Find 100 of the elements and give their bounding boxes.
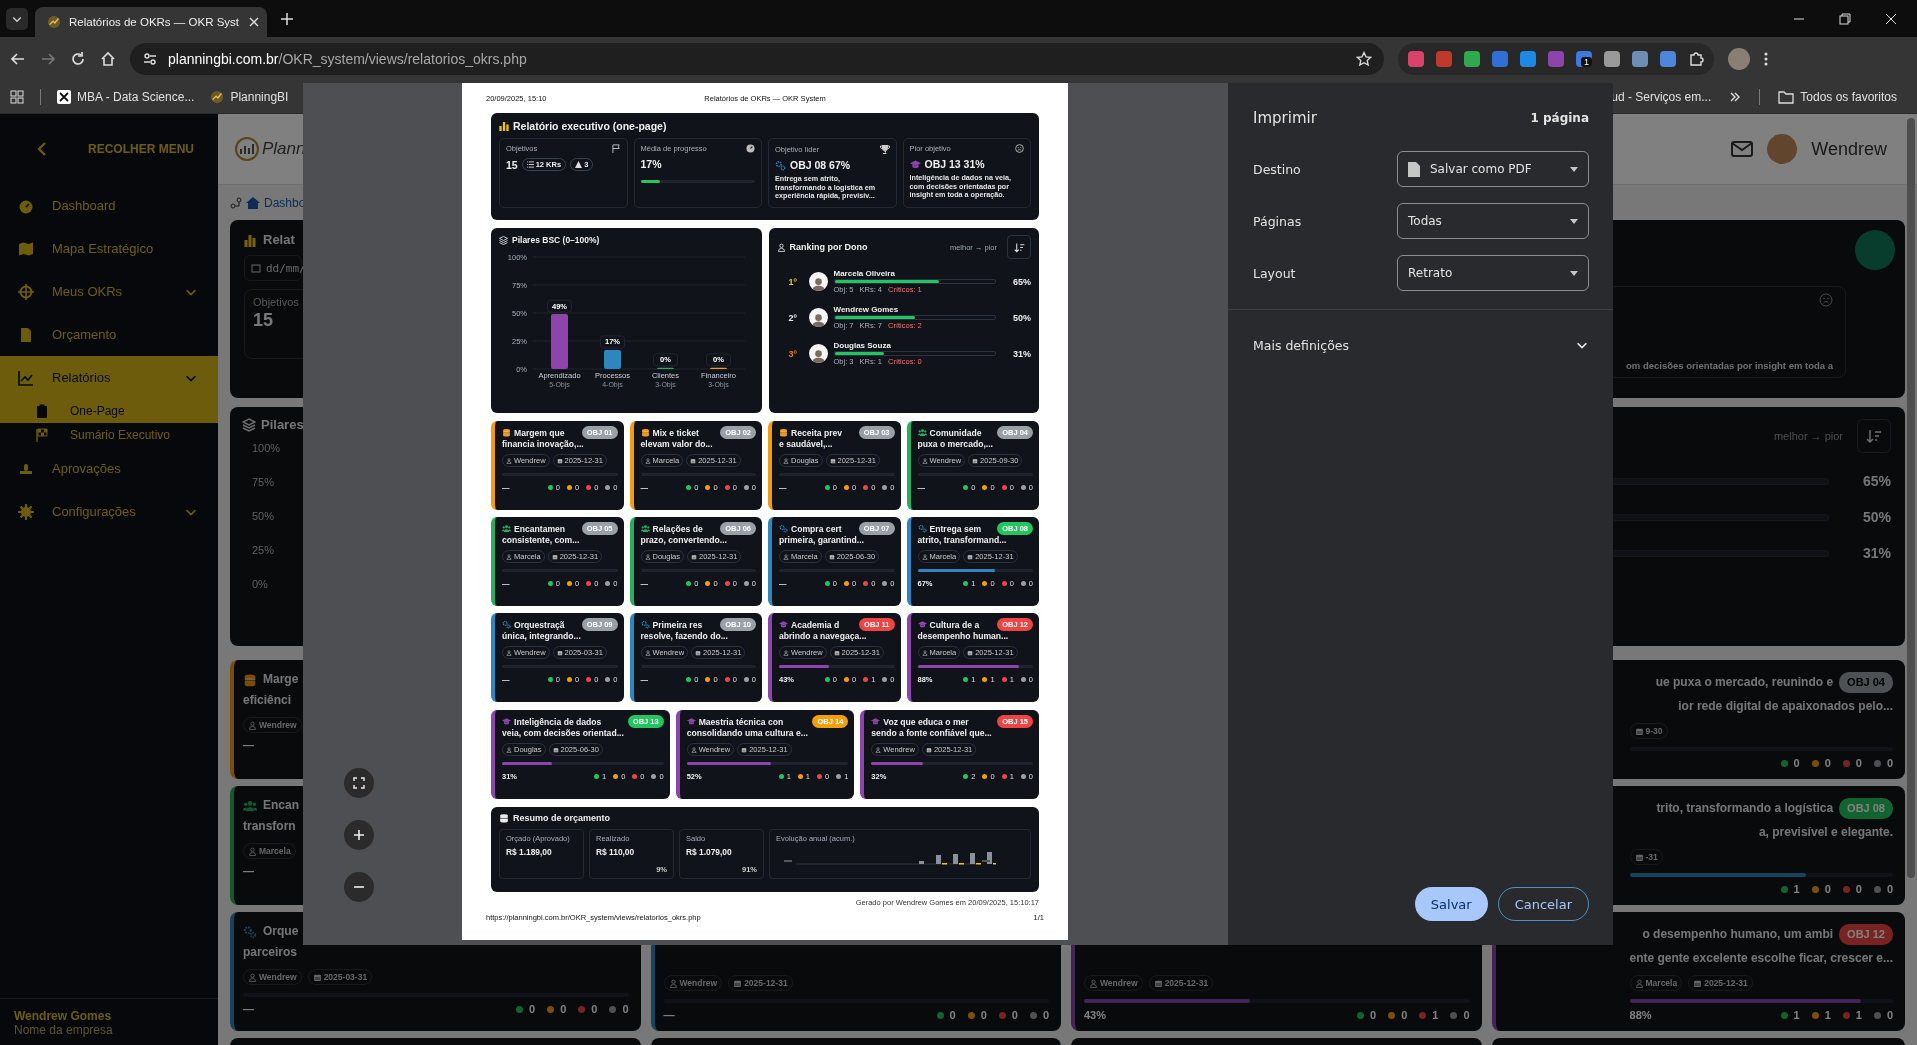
map-icon bbox=[18, 240, 34, 257]
objective-title: trito, transformando a logística bbox=[1656, 801, 1834, 816]
extension-icon[interactable] bbox=[1632, 51, 1648, 67]
mail-icon bbox=[1731, 141, 1754, 157]
status-dot bbox=[982, 581, 988, 586]
count: 0 bbox=[980, 1009, 987, 1021]
objective-title: o desempenho humano, um ambi bbox=[1642, 927, 1834, 942]
layers-icon bbox=[499, 235, 508, 245]
calendar-icon bbox=[691, 553, 698, 560]
objective-title: elevam valor do... bbox=[640, 439, 713, 449]
zoom-out-button[interactable] bbox=[344, 872, 374, 902]
reload-button[interactable] bbox=[70, 51, 86, 67]
status-dot bbox=[1873, 885, 1881, 893]
count: 1 bbox=[1793, 883, 1800, 895]
bookmark-folder[interactable]: Todos os favoritos bbox=[1778, 90, 1897, 104]
kpi-text: om decisões orientadas por insight em toda a bbox=[1626, 360, 1833, 371]
fit-screen-icon bbox=[353, 777, 365, 789]
star-icon bbox=[1356, 51, 1372, 67]
progress-text: — bbox=[663, 1009, 675, 1021]
dropdown[interactable]: Retrato bbox=[1397, 255, 1589, 291]
count: 0 bbox=[949, 1009, 956, 1021]
count: 0 bbox=[1886, 883, 1893, 895]
date-field[interactable]: dd/mm/ bbox=[244, 255, 302, 281]
extension-icon[interactable] bbox=[1604, 51, 1620, 67]
objective-title: Comunidade bbox=[929, 427, 982, 438]
dropdown[interactable]: Salvar como PDF bbox=[1397, 151, 1589, 187]
objective-title: Margem que bbox=[514, 427, 565, 438]
status-dot bbox=[1842, 759, 1850, 767]
user-icon bbox=[776, 242, 786, 252]
graduation-cap-icon bbox=[909, 158, 921, 170]
address-bar[interactable]: planningbi.com.br/OKR_system/views/relatorios_okrs.php bbox=[130, 43, 1384, 75]
coins-icon bbox=[640, 428, 650, 437]
sad-face-icon bbox=[1015, 144, 1024, 153]
scrollbar[interactable] bbox=[1907, 118, 1915, 878]
status-dot bbox=[567, 485, 572, 490]
status-dot bbox=[586, 581, 592, 586]
status-dot bbox=[967, 1011, 975, 1019]
status-dot bbox=[1001, 485, 1007, 490]
budget-value: R$ 1.079,00 bbox=[686, 847, 733, 857]
objective-title: eficiênci bbox=[243, 693, 292, 708]
user-icon bbox=[1089, 978, 1098, 988]
profile-avatar[interactable] bbox=[1728, 48, 1750, 70]
count: 0 bbox=[622, 1003, 629, 1015]
count: 0 bbox=[1793, 757, 1800, 769]
objective-badge: OBJ 12 bbox=[1839, 924, 1893, 945]
calendar-icon bbox=[972, 457, 979, 464]
dropdown[interactable]: Todas bbox=[1397, 203, 1589, 239]
browser-tab[interactable]: Relatórios de OKRs — OKR Syst bbox=[35, 7, 267, 37]
status-dot bbox=[963, 581, 969, 586]
person-silhouette-icon bbox=[810, 312, 826, 327]
zoom-in-button[interactable] bbox=[344, 820, 374, 850]
extension-icon[interactable] bbox=[1436, 51, 1452, 67]
home-button[interactable] bbox=[100, 51, 116, 67]
objective-title: Primeira res bbox=[652, 619, 703, 630]
more-settings-toggle[interactable]: Mais definições bbox=[1228, 310, 1613, 380]
status-dot bbox=[686, 677, 692, 682]
bookmark[interactable]: PlanningBI bbox=[210, 90, 289, 104]
avatar[interactable] bbox=[1767, 134, 1798, 164]
chart-favicon-icon bbox=[47, 15, 61, 29]
extension-icon[interactable] bbox=[1492, 51, 1508, 67]
bookmark[interactable]: MBA - Data Science... bbox=[57, 90, 195, 104]
extension-icon[interactable]: 1 bbox=[1576, 51, 1592, 67]
sort-icon bbox=[1013, 241, 1025, 253]
back-button[interactable] bbox=[10, 51, 26, 67]
status-dot bbox=[651, 774, 657, 779]
people-icon bbox=[917, 428, 927, 437]
gears-icon bbox=[640, 620, 650, 629]
fit-page-button[interactable] bbox=[344, 768, 374, 798]
chevron-left-icon bbox=[36, 141, 48, 157]
calendar-icon bbox=[1634, 852, 1644, 862]
extension-icon[interactable] bbox=[1408, 51, 1424, 67]
status-dot bbox=[863, 677, 869, 682]
count: 1 bbox=[1432, 1009, 1439, 1021]
user-name[interactable]: Wendrew bbox=[1811, 138, 1887, 160]
status-dot bbox=[882, 581, 888, 586]
axis-label: 0% bbox=[252, 578, 268, 590]
field-label: Páginas bbox=[1253, 213, 1303, 229]
rank-number: 3º bbox=[788, 348, 798, 359]
objective-title: Encantamen bbox=[514, 523, 566, 534]
save-button[interactable]: Salvar bbox=[1414, 887, 1488, 921]
page-count: 1 página bbox=[1530, 111, 1589, 125]
objective-badge: OBJ 08 bbox=[1839, 798, 1893, 819]
forward-button[interactable] bbox=[40, 51, 56, 67]
extension-icon[interactable] bbox=[1520, 51, 1536, 67]
progress-text: 88% bbox=[1629, 1009, 1652, 1021]
status-dot bbox=[705, 581, 711, 586]
tab-list-button[interactable] bbox=[6, 7, 28, 30]
x-logo-icon bbox=[57, 90, 71, 104]
status-dot bbox=[844, 581, 849, 586]
count: 0 bbox=[1855, 883, 1862, 895]
extension-icon[interactable] bbox=[1548, 51, 1564, 67]
status-dot bbox=[1811, 885, 1819, 893]
count: 0 bbox=[529, 1003, 536, 1015]
extension-icon[interactable] bbox=[1464, 51, 1480, 67]
company-name: Nome da empresa bbox=[14, 1023, 113, 1037]
sort-button[interactable] bbox=[1007, 235, 1031, 259]
calendar-icon bbox=[828, 553, 835, 560]
status-dot bbox=[982, 485, 988, 490]
extension-icon[interactable] bbox=[1660, 51, 1676, 67]
objective-title: Marge bbox=[263, 672, 299, 687]
